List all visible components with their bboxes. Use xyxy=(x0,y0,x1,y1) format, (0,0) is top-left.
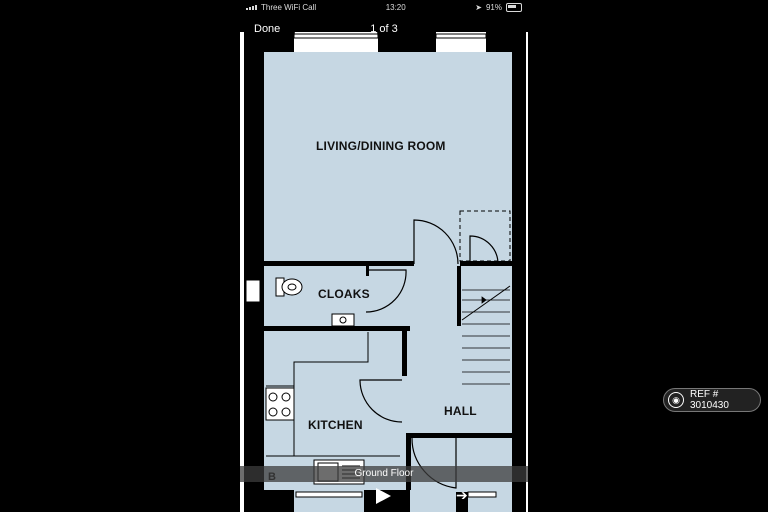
floor-area xyxy=(264,52,512,512)
clock: 13:20 xyxy=(385,2,406,12)
room-label-living: LIVING/DINING ROOM xyxy=(316,139,446,153)
battery-percent: 91% xyxy=(485,2,502,12)
entrance-arrow-icon: ➔ xyxy=(456,487,468,503)
play-icon[interactable] xyxy=(376,488,391,504)
phone-screen: Three WiFi Call 13:20 ➤ 91% Done 1 of 3 … xyxy=(240,0,528,512)
camera-icon: ◉ xyxy=(668,392,684,408)
hob xyxy=(265,387,295,421)
carrier-label: Three WiFi Call xyxy=(261,2,317,12)
cloaks-window xyxy=(245,279,261,303)
battery-icon xyxy=(506,2,522,12)
room-label-hall: HALL xyxy=(444,404,477,418)
floor-plan xyxy=(240,0,528,512)
room-label-kitchen: KITCHEN xyxy=(308,418,363,432)
toilet xyxy=(275,277,303,297)
location-icon: ➤ xyxy=(475,2,482,12)
signal-icon xyxy=(246,4,257,10)
image-caption: Ground Floor xyxy=(240,466,528,482)
reference-badge: ◉ REF # 3010430 xyxy=(663,388,761,412)
reference-text: REF # 3010430 xyxy=(689,389,729,411)
viewer-navbar: Done 1 of 3 xyxy=(240,20,528,40)
image-counter: 1 of 3 xyxy=(370,23,398,35)
cloaks-basin xyxy=(331,313,355,327)
room-label-cloaks: CLOAKS xyxy=(318,287,370,301)
status-bar: Three WiFi Call 13:20 ➤ 91% xyxy=(240,0,528,14)
